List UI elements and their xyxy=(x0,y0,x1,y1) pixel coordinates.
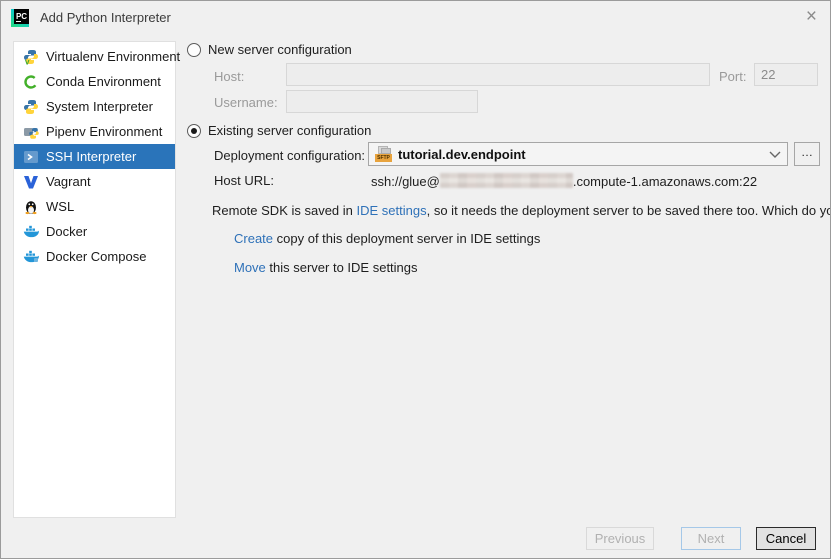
sidebar-item-label: Docker Compose xyxy=(46,249,147,264)
deployment-configuration-dropdown[interactable]: SFTP tutorial.dev.endpoint xyxy=(368,142,788,166)
new-server-radio[interactable] xyxy=(187,43,201,57)
svg-text:v: v xyxy=(25,57,30,65)
existing-server-radio[interactable] xyxy=(187,124,201,138)
docker-compose-icon xyxy=(23,249,39,265)
sidebar-item-vagrant[interactable]: Vagrant xyxy=(14,169,175,194)
username-input[interactable] xyxy=(286,90,478,113)
chevron-down-icon xyxy=(769,151,781,158)
sftp-icon: SFTP xyxy=(375,146,392,162)
python-icon xyxy=(23,99,39,115)
linux-tux-icon xyxy=(23,199,39,215)
python-virtualenv-icon: v xyxy=(23,49,39,65)
redacted-host-blur xyxy=(439,173,573,188)
pycharm-logo-icon: PC xyxy=(11,8,29,27)
move-link[interactable]: Move xyxy=(234,260,266,275)
sidebar-item-label: SSH Interpreter xyxy=(46,149,137,164)
browse-button[interactable]: … xyxy=(794,142,820,166)
pipenv-icon xyxy=(23,124,39,140)
sidebar-item-label: Docker xyxy=(46,224,88,239)
host-input[interactable] xyxy=(286,63,710,86)
sidebar-item-wsl[interactable]: WSL xyxy=(14,194,175,219)
deployment-configuration-label: Deployment configuration: xyxy=(214,148,366,163)
sidebar-item-label: Virtualenv Environment xyxy=(46,49,181,64)
sidebar-item-system-interpreter[interactable]: System Interpreter xyxy=(14,94,175,119)
existing-server-radio-label[interactable]: Existing server configuration xyxy=(208,123,371,138)
sidebar-item-pipenv[interactable]: Pipenv Environment xyxy=(14,119,175,144)
ide-settings-link[interactable]: IDE settings xyxy=(357,203,427,218)
sidebar-item-conda[interactable]: Conda Environment xyxy=(14,69,175,94)
create-copy-line: Create copy of this deployment server in… xyxy=(234,231,541,246)
next-button: Next xyxy=(681,527,741,550)
create-link[interactable]: Create xyxy=(234,231,273,246)
sidebar-item-label: Vagrant xyxy=(46,174,91,189)
sidebar-item-docker-compose[interactable]: Docker Compose xyxy=(14,244,175,269)
port-input[interactable]: 22 xyxy=(754,63,818,86)
ssh-interpreter-form: New server configuration Host: Port: 22 … xyxy=(187,1,830,558)
host-url-label: Host URL: xyxy=(214,173,274,188)
sidebar-item-docker[interactable]: Docker xyxy=(14,219,175,244)
add-python-interpreter-dialog: PC Add Python Interpreter × v Virtualenv… xyxy=(0,0,831,559)
docker-whale-icon xyxy=(23,224,39,240)
sidebar-item-label: WSL xyxy=(46,199,75,214)
sidebar-item-label: System Interpreter xyxy=(46,99,153,114)
sidebar-item-ssh-interpreter[interactable]: SSH Interpreter xyxy=(14,144,175,169)
host-url-value: ssh://glue@ .compute-1.amazonaws.com:22 xyxy=(371,173,758,189)
sidebar-item-label: Conda Environment xyxy=(46,74,161,89)
deployment-configuration-value: tutorial.dev.endpoint xyxy=(398,146,526,162)
port-label: Port: xyxy=(719,69,747,84)
sidebar-item-virtualenv[interactable]: v Virtualenv Environment xyxy=(14,44,180,69)
sidebar-item-label: Pipenv Environment xyxy=(46,124,163,139)
ssh-terminal-icon xyxy=(23,149,39,165)
interpreter-type-sidebar: v Virtualenv Environment Conda Environme… xyxy=(13,41,180,518)
dialog-title: Add Python Interpreter xyxy=(40,10,171,25)
username-label: Username: xyxy=(214,95,278,110)
conda-icon xyxy=(23,74,39,90)
previous-button: Previous xyxy=(586,527,654,550)
host-label: Host: xyxy=(214,69,245,84)
new-server-radio-label[interactable]: New server configuration xyxy=(208,42,352,57)
move-server-line: Move this server to IDE settings xyxy=(234,260,418,275)
cancel-button[interactable]: Cancel xyxy=(756,527,816,550)
vagrant-icon xyxy=(23,174,39,190)
remote-sdk-note: Remote SDK is saved in IDE settings, so … xyxy=(212,203,830,218)
